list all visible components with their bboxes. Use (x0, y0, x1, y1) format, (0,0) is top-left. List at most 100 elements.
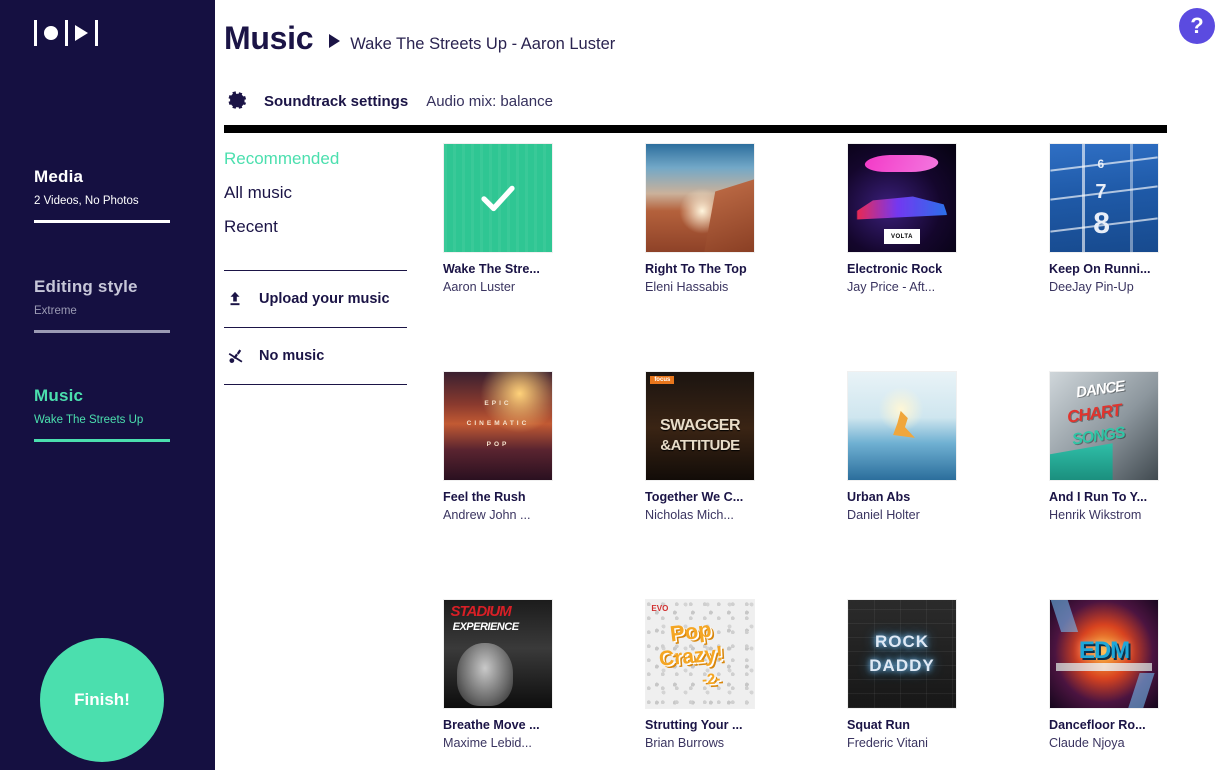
track-title: Wake The Stre... (443, 262, 540, 276)
upload-your-music-label: Upload your music (259, 291, 390, 307)
category-list: Recommended All music Recent Upload your… (215, 142, 407, 770)
finish-button[interactable]: Finish! (40, 638, 164, 762)
track-artist: Jay Price - Aft... (847, 280, 936, 294)
sidebar-item-music[interactable]: Music Wake The Streets Up (34, 386, 170, 442)
audio-mix-value[interactable]: Audio mix: balance (426, 93, 553, 110)
sidebar-media-rule (34, 220, 170, 223)
sidebar-style-subtitle: Extreme (34, 305, 77, 317)
play-icon[interactable] (329, 33, 341, 48)
album-art-line: &ATTITUDE (660, 436, 740, 454)
album-art-cliff (645, 143, 755, 253)
category-all-music[interactable]: All music (224, 176, 407, 210)
upload-icon (224, 290, 246, 308)
album-art-beam (1051, 600, 1079, 633)
track-card[interactable]: STADIUM EXPERIENCE Breathe Move ... Maxi… (443, 599, 553, 751)
track-artist: DeeJay Pin-Up (1049, 280, 1134, 294)
track-artist: Frederic Vitani (847, 736, 928, 750)
track-card[interactable]: Urban Abs Daniel Holter (847, 371, 957, 523)
album-art-line: POP (486, 441, 510, 449)
track-card[interactable]: Right To The Top Eleni Hassabis (645, 143, 755, 295)
track-lane-line (1082, 144, 1086, 252)
track-title: Strutting Your ... (645, 718, 743, 732)
sidebar-style-title: Editing style (34, 277, 138, 296)
track-card[interactable]: DANCE CHART SONGS And I Run To Y... Henr… (1049, 371, 1159, 523)
track-title: Squat Run (847, 718, 910, 732)
album-art-label-badge: VOLTA (883, 229, 921, 245)
record-dot-icon (44, 26, 58, 40)
soundtrack-settings-row[interactable]: Soundtrack settings Audio mix: balance (224, 88, 553, 114)
track-card[interactable]: EPIC CINEMATIC POP Feel the Rush Andrew … (443, 371, 553, 523)
album-art-swagger-attitude: focus SWAGGER &ATTITUDE (645, 371, 755, 481)
sidebar-music-rule (34, 439, 170, 442)
album-art-subtitle-bar (1056, 662, 1152, 672)
album-art-line: SWAGGER (659, 417, 741, 435)
album-art-tag: EVO (651, 604, 669, 614)
album-art-pop-crazy: EVO Pop Crazy! -2- (645, 599, 755, 709)
track-title: And I Run To Y... (1049, 490, 1148, 504)
track-card[interactable]: ROCK DADDY Squat Run Frederic Vitani (847, 599, 957, 751)
album-art-line: EPIC (484, 400, 512, 408)
track-title: Electronic Rock (847, 262, 943, 276)
lane-number: 8 (1093, 206, 1110, 240)
soundtrack-settings-label: Soundtrack settings (264, 92, 409, 110)
album-art-car-shape (856, 196, 948, 220)
album-art-stadium-experience: STADIUM EXPERIENCE (443, 599, 553, 709)
music-note-off-icon (224, 347, 246, 366)
current-track-caption: Wake The Streets Up - Aaron Luster (350, 35, 616, 53)
track-artist: Maxime Lebid... (443, 736, 532, 750)
track-card[interactable]: focus SWAGGER &ATTITUDE Together We C...… (645, 371, 755, 523)
track-artist: Daniel Holter (847, 508, 920, 522)
track-card[interactable]: EDM Dancefloor Ro... Claude Njoya (1049, 599, 1159, 751)
category-recommended[interactable]: Recommended (224, 142, 407, 176)
sidebar-music-title: Music (34, 386, 84, 405)
gear-icon (224, 88, 250, 114)
track-title: Dancefloor Ro... (1049, 718, 1146, 732)
page-header: Music Wake The Streets Up - Aaron Luster (224, 20, 615, 57)
track-title: Urban Abs (847, 490, 911, 504)
upload-your-music-button[interactable]: Upload your music (224, 271, 407, 327)
track-title: Together We C... (645, 490, 744, 504)
sidebar-item-editing-style[interactable]: Editing style Extreme (34, 277, 170, 333)
track-title: Keep On Runni... (1049, 262, 1151, 276)
album-art-dance-chart-songs: DANCE CHART SONGS (1049, 371, 1159, 481)
track-grid: Wake The Stre... Aaron Luster Right To T… (407, 142, 1231, 770)
sidebar-media-subtitle: 2 Videos, No Photos (34, 195, 139, 207)
track-card[interactable]: VOLTA Electronic Rock Jay Price - Aft... (847, 143, 957, 295)
album-art-face (456, 643, 514, 706)
page-title: Music (224, 20, 314, 56)
album-art-neon-script (862, 154, 942, 173)
logo-bar-right (95, 20, 98, 46)
lane-number: 7 (1095, 180, 1107, 203)
record-play-logo (34, 18, 98, 48)
track-artist: Andrew John ... (443, 508, 531, 522)
track-card[interactable]: 6 7 8 Keep On Runni... DeeJay Pin-Up (1049, 143, 1159, 295)
album-art-line: SONGS (1070, 424, 1126, 449)
help-button[interactable]: ? (1179, 8, 1215, 44)
sidebar-music-subtitle: Wake The Streets Up (34, 414, 144, 426)
sidebar-style-rule (34, 330, 170, 333)
album-art-teal-shape (1050, 443, 1113, 480)
logo-bar-left (34, 20, 37, 46)
album-art-line: ROCK (874, 632, 930, 652)
logo-bar-middle (65, 20, 68, 46)
track-artist: Brian Burrows (645, 736, 725, 750)
album-art-adrenaline: VOLTA (847, 143, 957, 253)
album-art-line: CHART (1066, 400, 1123, 428)
track-card[interactable]: EVO Pop Crazy! -2- Strutting Your ... Br… (645, 599, 755, 751)
track-artist: Aaron Luster (443, 280, 516, 294)
album-art-line: EXPERIENCE (452, 620, 519, 633)
no-music-button[interactable]: No music (224, 328, 407, 384)
content-area: Recommended All music Recent Upload your… (215, 142, 1231, 770)
sidebar-item-media[interactable]: Media 2 Videos, No Photos (34, 167, 170, 223)
no-music-label: No music (259, 348, 325, 364)
track-artist: Nicholas Mich... (645, 508, 734, 522)
album-art-surfer (847, 371, 957, 481)
category-recent[interactable]: Recent (224, 210, 407, 244)
album-art-line: EDM (1078, 636, 1130, 664)
sidebar-media-title: Media (34, 167, 84, 186)
album-art-line: CINEMATIC (466, 419, 530, 427)
album-art-line: STADIUM (450, 603, 511, 621)
lane-number: 6 (1097, 156, 1105, 171)
album-art-line: DADDY (869, 656, 935, 676)
track-card[interactable]: Wake The Stre... Aaron Luster (443, 143, 553, 295)
